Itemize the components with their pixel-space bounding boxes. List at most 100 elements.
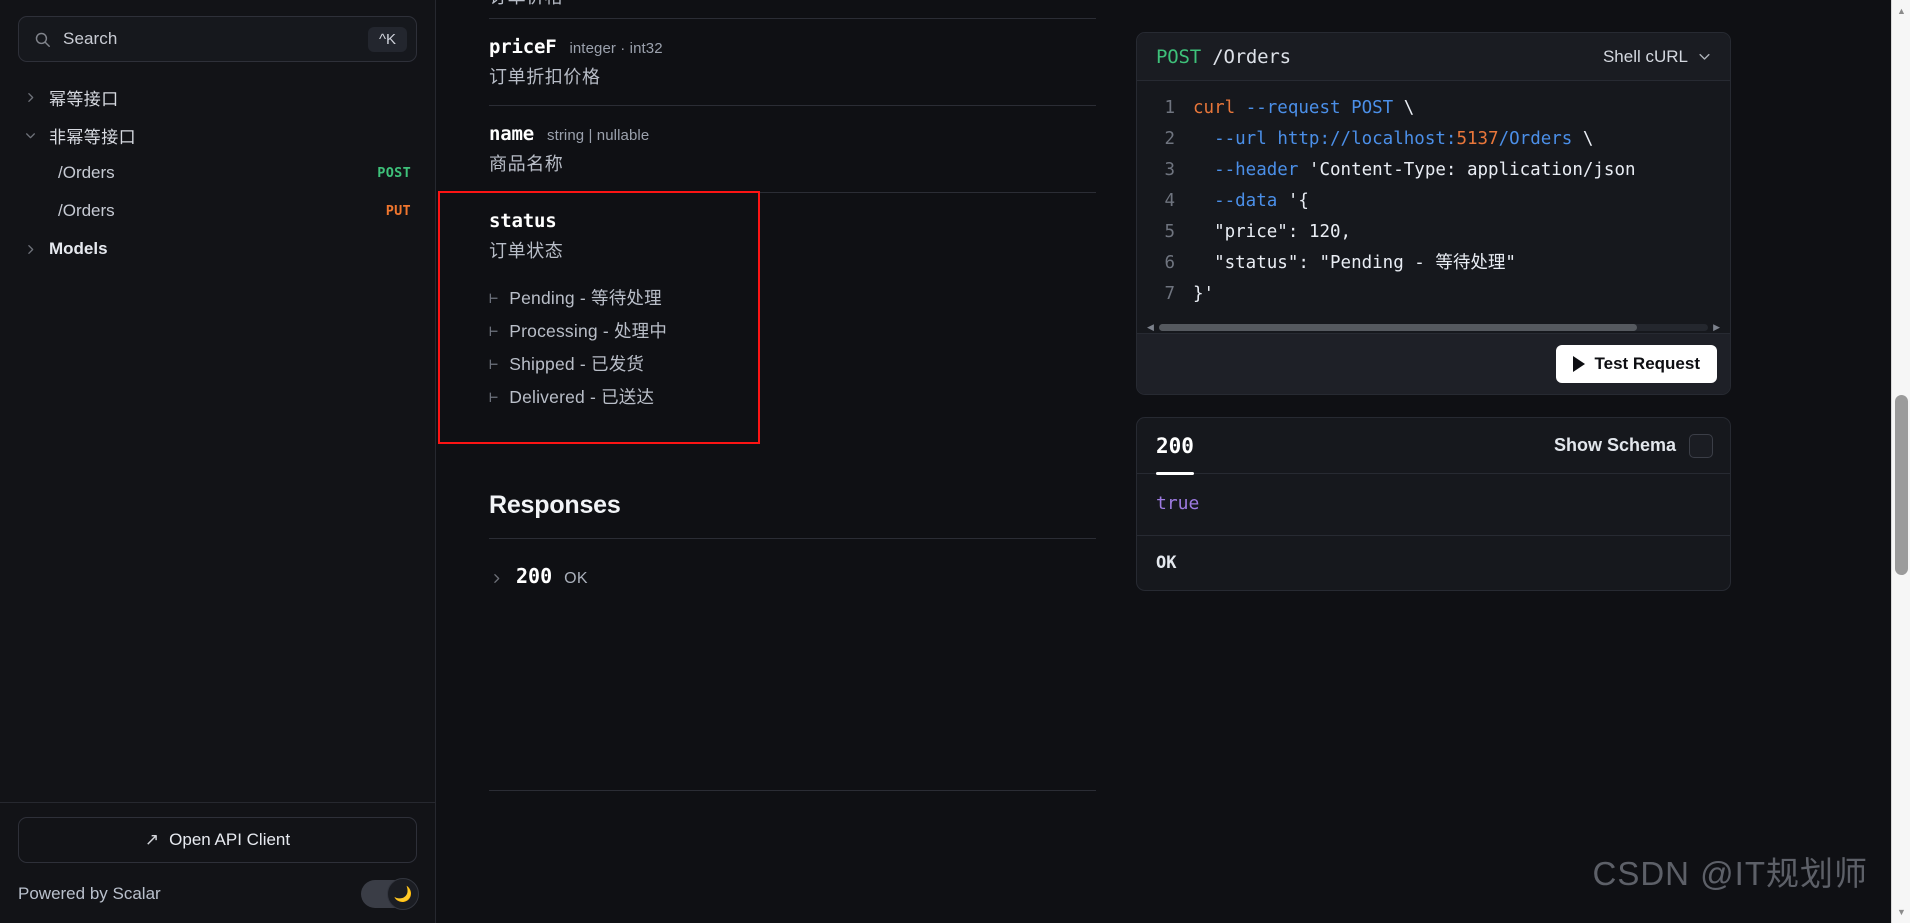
field-description: 订单折扣价格 xyxy=(489,67,601,87)
search-shortcut-badge: ^K xyxy=(367,26,407,52)
sidebar: Search ^K 幂等接口 非幂等接口 /Orders POST /Order… xyxy=(0,0,436,923)
scrollbar-track[interactable] xyxy=(1158,324,1709,331)
response-code-text: OK xyxy=(564,570,588,587)
response-footer: OK xyxy=(1137,536,1730,590)
open-api-client-button[interactable]: ↗ Open API Client xyxy=(18,817,417,863)
scroll-right-arrow-icon[interactable]: ▶ xyxy=(1713,323,1720,332)
enum-value: Processing - 处理中 xyxy=(509,321,668,341)
page-scrollbar[interactable]: ▲ ▼ xyxy=(1891,0,1910,923)
request-panel-actions: Test Request xyxy=(1137,333,1730,394)
sidebar-item-orders-post[interactable]: /Orders POST xyxy=(0,154,435,192)
show-schema-toggle[interactable]: Show Schema xyxy=(1554,433,1713,458)
response-code: 200 xyxy=(516,564,553,588)
schema-field-name: name string | nullable 商品名称 xyxy=(489,105,1096,192)
sidebar-footer: ↗ Open API Client Powered by Scalar 🌙 xyxy=(0,802,435,923)
sidebar-item-label: /Orders xyxy=(58,163,115,182)
search-input[interactable]: Search ^K xyxy=(18,16,417,62)
powered-by-link[interactable]: Powered by Scalar xyxy=(18,884,161,904)
field-name: priceF xyxy=(489,36,557,58)
open-api-client-label: Open API Client xyxy=(169,830,291,849)
language-selector-label: Shell cURL xyxy=(1602,46,1688,66)
enum-item: ⊢ Processing - 处理中 xyxy=(489,314,1096,347)
code-horizontal-scrollbar[interactable]: ◀ ▶ xyxy=(1147,322,1720,333)
sidebar-item-models[interactable]: Models xyxy=(0,230,435,268)
search-icon xyxy=(34,31,51,48)
field-name: name xyxy=(489,123,534,145)
search-container: Search ^K xyxy=(0,0,435,72)
section-divider xyxy=(489,538,1096,539)
enum-branch-icon: ⊢ xyxy=(489,387,499,406)
field-description: 商品名称 xyxy=(489,154,564,174)
method-badge-post: POST xyxy=(377,165,411,181)
main-content: 订单价格 priceF integer · int32 订单折扣价格 name … xyxy=(436,0,1910,923)
moon-icon: 🌙 xyxy=(387,878,419,910)
enum-branch-icon: ⊢ xyxy=(489,321,499,340)
scrollbar-thumb[interactable] xyxy=(1158,324,1637,331)
play-icon xyxy=(1572,356,1585,372)
chevron-right-icon xyxy=(22,89,38,105)
chevron-down-icon xyxy=(1697,49,1712,64)
test-request-button[interactable]: Test Request xyxy=(1555,345,1717,383)
sidebar-item-label: 非幂等接口 xyxy=(49,127,136,147)
sidebar-nav: 幂等接口 非幂等接口 /Orders POST /Orders PUT Mode… xyxy=(0,72,435,802)
method-badge-put: PUT xyxy=(385,203,411,219)
sidebar-item-idempotent-group[interactable]: 幂等接口 xyxy=(0,78,435,116)
language-selector[interactable]: Shell cURL xyxy=(1603,47,1712,67)
request-method: POST xyxy=(1156,45,1201,68)
curl-code[interactable]: 1 curl --request POST \ 2 --url http://lo… xyxy=(1137,93,1730,316)
sidebar-item-label: 幂等接口 xyxy=(49,89,119,109)
response-panel: 200 Show Schema true OK xyxy=(1136,417,1731,591)
request-path: /Orders xyxy=(1212,45,1291,68)
sidebar-item-label: Models xyxy=(49,239,108,258)
enum-value: Shipped - 已发货 xyxy=(509,354,645,374)
request-title: POST /Orders xyxy=(1156,46,1291,68)
page-scrollbar-thumb[interactable] xyxy=(1895,395,1908,575)
enum-values-list: ⊢ Pending - 等待处理 ⊢ Processing - 处理中 ⊢ Sh… xyxy=(489,281,1096,477)
field-header: status xyxy=(489,210,1096,232)
code-block: 1 curl --request POST \ 2 --url http://lo… xyxy=(1137,81,1730,333)
line-number: 5 xyxy=(1164,222,1175,242)
response-footer-text: OK xyxy=(1156,553,1177,573)
powered-by-row: Powered by Scalar 🌙 xyxy=(18,877,419,911)
enum-branch-icon: ⊢ xyxy=(489,288,499,307)
search-placeholder: Search xyxy=(63,29,118,48)
sidebar-item-label: /Orders xyxy=(58,201,115,220)
chevron-right-icon xyxy=(22,241,38,257)
theme-toggle[interactable]: 🌙 xyxy=(361,878,419,910)
enum-value: Pending - 等待处理 xyxy=(509,288,662,308)
responses-section-title: Responses xyxy=(489,491,621,519)
line-number: 7 xyxy=(1164,284,1175,304)
sidebar-item-orders-put[interactable]: /Orders PUT xyxy=(0,192,435,230)
clipped-previous-field-desc: 订单价格 xyxy=(489,0,1096,18)
arrow-up-right-icon: ↗ xyxy=(144,830,160,849)
scroll-up-arrow-icon[interactable]: ▲ xyxy=(1892,2,1910,20)
bottom-divider xyxy=(489,790,1096,791)
field-type: integer · int32 xyxy=(569,40,663,57)
chevron-down-icon xyxy=(22,127,38,143)
line-number: 4 xyxy=(1164,191,1175,211)
request-panel: POST /Orders Shell cURL 1 curl --request … xyxy=(1136,32,1731,395)
enum-item: ⊢ Shipped - 已发货 xyxy=(489,347,1096,380)
schema-field-pricef: priceF integer · int32 订单折扣价格 xyxy=(489,18,1096,105)
field-header: priceF integer · int32 xyxy=(489,36,1096,58)
chevron-right-icon xyxy=(489,571,504,586)
enum-item: ⊢ Delivered - 已送达 xyxy=(489,380,1096,413)
sidebar-item-non-idempotent-group[interactable]: 非幂等接口 xyxy=(0,116,435,154)
schema-fields: 订单价格 priceF integer · int32 订单折扣价格 name … xyxy=(436,0,1136,588)
field-type: string | nullable xyxy=(546,127,650,144)
response-status-tab[interactable]: 200 xyxy=(1156,434,1194,475)
response-row-200[interactable]: 200 OK xyxy=(489,564,1096,588)
api-reference-app: Search ^K 幂等接口 非幂等接口 /Orders POST /Order… xyxy=(0,0,1910,923)
enum-branch-icon: ⊢ xyxy=(489,354,499,373)
response-body: true xyxy=(1137,474,1730,536)
show-schema-checkbox[interactable] xyxy=(1689,433,1713,458)
response-body-value: true xyxy=(1156,493,1200,514)
field-name: status xyxy=(489,210,557,232)
schema-field-status: status 订单状态 ⊢ Pending - 等待处理 ⊢ Processin… xyxy=(438,191,1096,491)
scroll-left-arrow-icon[interactable]: ◀ xyxy=(1147,323,1154,332)
scroll-down-arrow-icon[interactable]: ▼ xyxy=(1892,903,1910,921)
schema-column: 订单价格 priceF integer · int32 订单折扣价格 name … xyxy=(436,0,1136,923)
field-description: 订单状态 xyxy=(489,241,564,261)
line-number: 3 xyxy=(1164,160,1175,180)
response-panel-header: 200 Show Schema xyxy=(1137,418,1730,475)
